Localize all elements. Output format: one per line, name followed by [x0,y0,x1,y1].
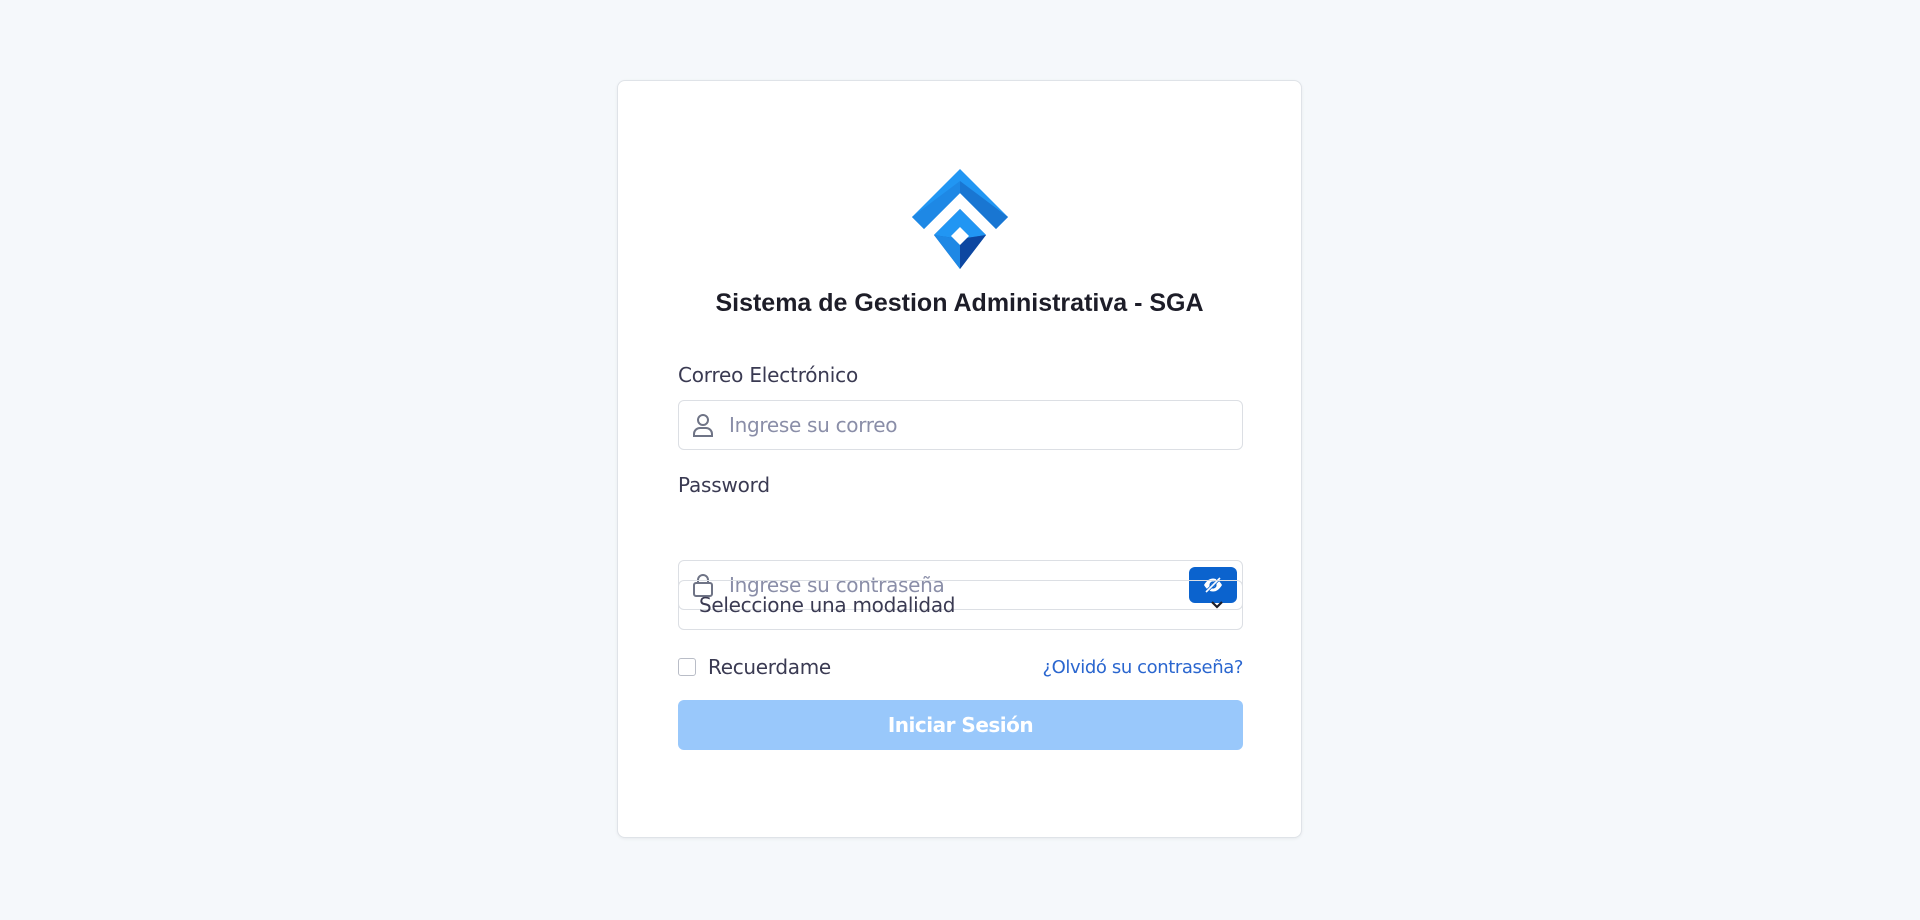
app-logo [912,169,1008,269]
user-icon [691,413,715,437]
forgot-password-link[interactable]: ¿Olvidó su contraseña? [1043,657,1244,678]
modalidad-selected: Seleccione una modalidad [699,593,956,617]
email-field[interactable] [678,400,1243,450]
password-label: Password [678,473,770,497]
login-card: Sistema de Gestion Administrativa - SGA … [617,80,1302,838]
remember-checkbox-group[interactable]: Recuerdame [678,655,831,679]
email-input[interactable] [729,401,1242,449]
app-title: Sistema de Gestion Administrativa - SGA [715,289,1204,317]
chevron-down-icon [1210,600,1224,610]
login-button[interactable]: Iniciar Sesión [678,700,1243,750]
modalidad-select[interactable]: Seleccione una modalidad [678,580,1243,630]
email-label: Correo Electrónico [678,363,858,387]
remember-checkbox[interactable] [678,658,696,676]
password-label-wrap: Password [678,473,1243,497]
email-label-wrap: Correo Electrónico [678,363,1243,387]
remember-label[interactable]: Recuerdame [708,655,831,679]
remember-row: Recuerdame ¿Olvidó su contraseña? [678,652,1243,682]
